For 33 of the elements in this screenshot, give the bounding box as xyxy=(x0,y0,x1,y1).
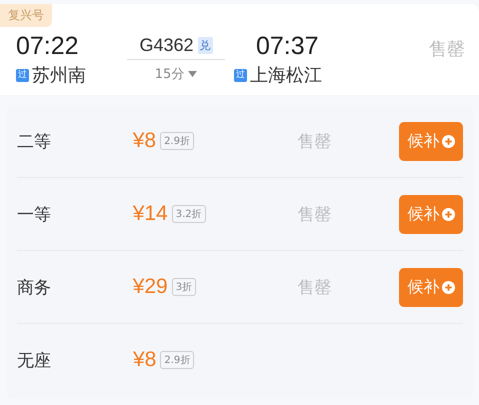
seat-class: 二等 xyxy=(17,130,52,152)
train-type-badge: 复兴号 xyxy=(0,4,52,27)
departure-time: 07:22 xyxy=(16,31,80,61)
discount-tag: 3.2折 xyxy=(172,205,206,223)
plus-icon xyxy=(442,134,454,148)
plus-icon xyxy=(442,280,454,294)
discount-tag: 2.9折 xyxy=(160,132,194,150)
sold-out-label: 售罄 xyxy=(297,132,332,152)
seat-class: 商务 xyxy=(17,276,52,298)
caret-icon xyxy=(188,70,198,78)
waitlist-button[interactable]: 候补 xyxy=(399,194,463,234)
price: ¥14 xyxy=(132,202,168,226)
waitlist-button[interactable]: 候补 xyxy=(399,122,463,160)
redeem-tag: 兑 xyxy=(198,37,213,54)
sold-out-label: 售罄 xyxy=(429,38,465,61)
price: ¥8 xyxy=(133,348,156,372)
price: ¥29 xyxy=(132,275,168,299)
discount-tag: 3折 xyxy=(172,278,196,296)
plus-icon xyxy=(442,208,454,220)
sold-out-label: 售罄 xyxy=(297,204,332,224)
departure-station: 苏州南 xyxy=(32,64,86,87)
duration-toggle[interactable]: 15分 xyxy=(154,65,198,83)
sold-out-label: 售罄 xyxy=(297,278,332,298)
price: ¥8 xyxy=(132,129,156,153)
arrival-time: 07:37 xyxy=(256,31,319,61)
pass-tag: 过 xyxy=(234,68,247,82)
seat-class: 无座 xyxy=(17,350,52,372)
pass-tag: 过 xyxy=(16,68,29,82)
seat-class: 一等 xyxy=(17,204,52,226)
train-number: G4362 xyxy=(139,35,194,56)
discount-tag: 2.9折 xyxy=(160,351,194,369)
arrival-station: 上海松江 xyxy=(250,64,322,87)
waitlist-button[interactable]: 候补 xyxy=(399,268,463,306)
